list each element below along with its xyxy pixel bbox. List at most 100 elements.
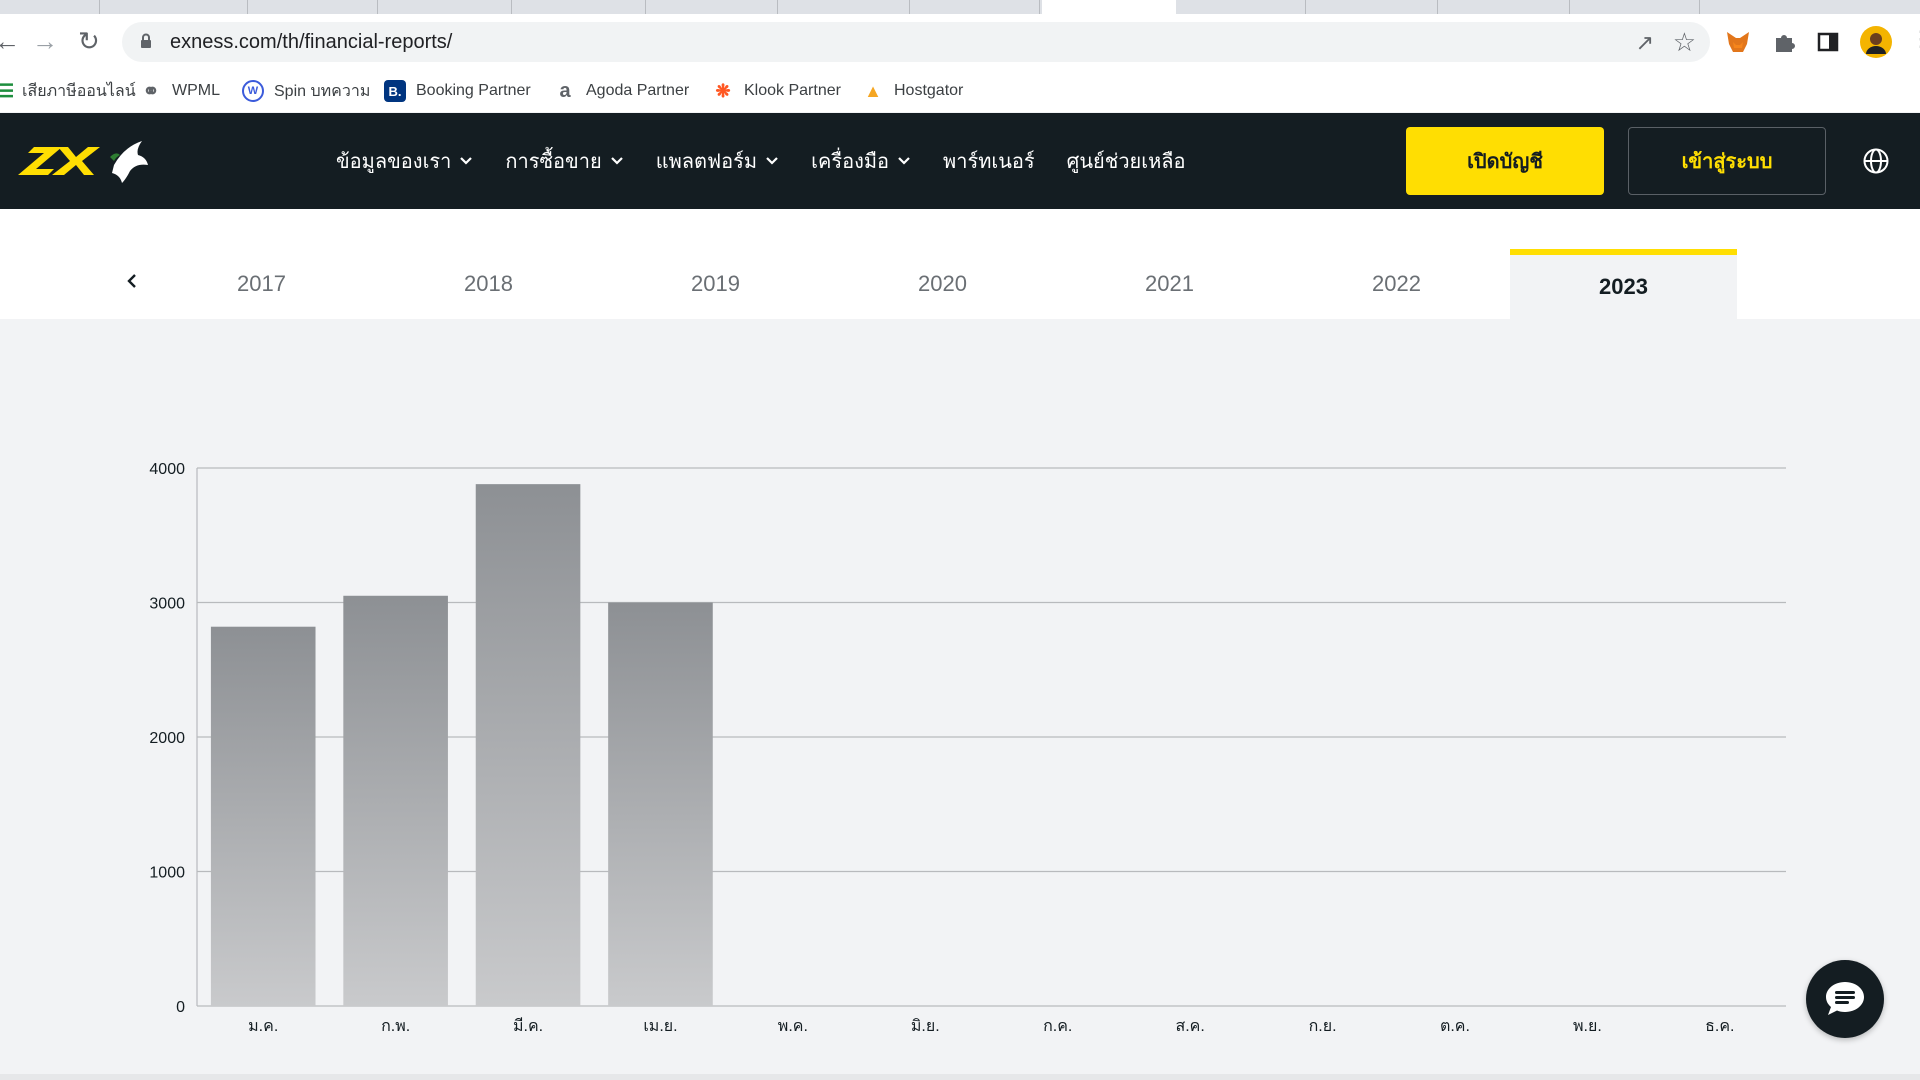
browser-tab[interactable]	[910, 0, 1040, 14]
chevron-down-icon	[610, 157, 623, 165]
nav-partners[interactable]: พาร์ทเนอร์	[943, 145, 1035, 177]
x-tick-label: ก.ค.	[1043, 1018, 1072, 1035]
bar-3[interactable]	[475, 484, 581, 1006]
x-tick-label: มิ.ย.	[911, 1018, 940, 1035]
x-tick-label: ธ.ค.	[1705, 1018, 1734, 1035]
more-menu-icon[interactable]: ⋮	[1910, 28, 1920, 50]
x-tick-label: ส.ค.	[1175, 1018, 1204, 1035]
extensions-icon[interactable]	[1770, 28, 1798, 56]
address-bar[interactable]: exness.com/th/financial-reports/ ↗ ☆	[122, 22, 1710, 62]
bar-chart: 0 1000 2000 3000 4000 ม.ค. ก.พ. มี.ค. เม.ย. พ.ค.…	[149, 461, 1786, 1035]
browser-tab[interactable]	[1570, 0, 1700, 14]
nav-label: พาร์ทเนอร์	[943, 151, 1035, 173]
chart-container: 0 1000 2000 3000 4000 ม.ค. ก.พ. มี.ค. เม.ย. พ.ค.…	[0, 319, 1920, 1080]
bar-4[interactable]	[608, 602, 713, 1007]
nav-trading[interactable]: การซื้อขาย	[505, 145, 623, 177]
lock-icon	[141, 33, 151, 48]
nav-label: การซื้อขาย	[505, 151, 602, 173]
bar-1[interactable]	[210, 626, 316, 1006]
browser-tab[interactable]	[248, 0, 378, 14]
bookmark-item[interactable]: ⚭ WPML	[140, 78, 220, 104]
booking-icon: B.	[384, 80, 406, 102]
browser-tab[interactable]	[646, 0, 778, 14]
forward-icon[interactable]: →	[32, 28, 58, 54]
year-tab-2021[interactable]: 2021	[1056, 249, 1283, 319]
browser-toolbar: ← → ↻ exness.com/th/financial-reports/ ↗…	[0, 14, 1920, 70]
reload-icon[interactable]: ↻	[78, 28, 100, 54]
nav-about[interactable]: ข้อมูลของเรา	[336, 145, 473, 177]
year-tabs: 2017 2018 2019 2020 2021 2022 2023	[0, 209, 1920, 319]
bookmark-item[interactable]: W Spin บทความ	[242, 78, 370, 104]
url-text[interactable]: exness.com/th/financial-reports/	[170, 31, 452, 54]
chevron-down-icon	[898, 157, 910, 165]
bookmark-label: Hostgator	[894, 82, 964, 99]
bookmark-item[interactable]: B. Booking Partner	[384, 78, 531, 104]
x-tick-label: พ.ค.	[778, 1018, 808, 1035]
login-button[interactable]: เข้าสู่ระบบ	[1628, 127, 1826, 195]
x-tick-label: มี.ค.	[513, 1017, 543, 1035]
bookmarks-bar: ☰ เสียภาษีออนไลน์ ⚭ WPML W Spin บทความ B…	[0, 70, 1920, 112]
browser-tab[interactable]	[100, 0, 248, 14]
profile-avatar[interactable]	[1860, 26, 1892, 58]
bookmark-item[interactable]: ☰ เสียภาษีออนไลน์	[0, 78, 136, 104]
bookmark-star-icon[interactable]: ☆	[1673, 27, 1696, 58]
wpml-icon: ⚭	[142, 80, 160, 103]
year-tab-2023[interactable]: 2023	[1510, 249, 1737, 319]
bookmark-item[interactable]: ▲ Hostgator	[862, 78, 963, 104]
chevron-left-icon[interactable]	[124, 271, 140, 291]
metamask-icon[interactable]	[1724, 28, 1752, 56]
share-icon[interactable]: ↗	[1636, 30, 1654, 56]
browser-tab[interactable]	[0, 0, 100, 14]
browser-tab[interactable]	[1306, 0, 1438, 14]
year-tab-2017[interactable]: 2017	[148, 249, 375, 319]
browser-tab[interactable]	[1438, 0, 1570, 14]
globe-icon[interactable]	[1862, 147, 1890, 175]
page-bottom-divider	[0, 1074, 1920, 1080]
x-tick-label: ก.ย.	[1309, 1018, 1337, 1035]
year-tab-2022[interactable]: 2022	[1283, 249, 1510, 319]
bookmark-label: Klook Partner	[744, 82, 841, 99]
chat-button[interactable]	[1806, 960, 1884, 1038]
bookmark-label: Spin บทความ	[274, 82, 371, 100]
nav-tools[interactable]: เครื่องมือ	[811, 145, 911, 177]
bookmark-item[interactable]: a Agoda Partner	[554, 78, 689, 104]
bookmark-label: เสียภาษีออนไลน์	[22, 82, 136, 100]
y-axis-ticks: 0 1000 2000 3000 4000	[149, 461, 185, 1016]
chevron-down-icon	[460, 157, 473, 165]
nav-help-center[interactable]: ศูนย์ช่วยเหลือ	[1067, 145, 1186, 177]
browser-tab[interactable]	[512, 0, 646, 14]
x-axis-ticks: ม.ค. ก.พ. มี.ค. เม.ย. พ.ค. มิ.ย. ก.ค. ส.ค. ก.ย. ต…	[248, 1017, 1734, 1035]
x-tick-label: ต.ค.	[1440, 1018, 1470, 1035]
bars	[210, 484, 713, 1007]
x-tick-label: ก.พ.	[381, 1018, 410, 1035]
nav-label: แพลตฟอร์ม	[655, 151, 758, 173]
year-tab-2019[interactable]: 2019	[602, 249, 829, 319]
x-tick-label: ม.ค.	[248, 1018, 278, 1035]
side-panel-icon[interactable]	[1814, 28, 1842, 56]
hostgator-icon: ▲	[864, 80, 882, 101]
x-tick-label: พ.ย.	[1573, 1018, 1602, 1035]
browser-tab-active[interactable]	[1042, 0, 1176, 14]
chat-icon	[1826, 982, 1864, 1015]
y-tick-label: 1000	[149, 865, 185, 882]
year-tab-2018[interactable]: 2018	[375, 249, 602, 319]
nav-label: ศูนย์ช่วยเหลือ	[1066, 151, 1186, 173]
y-tick-label: 3000	[149, 596, 185, 613]
browser-tab[interactable]	[778, 0, 910, 14]
browser-tab[interactable]	[1176, 0, 1306, 14]
bookmark-item[interactable]: ❋ Klook Partner	[712, 78, 841, 104]
browser-tab[interactable]	[378, 0, 512, 14]
bookmark-label: Booking Partner	[416, 82, 531, 99]
bookmark-label: WPML	[172, 82, 220, 99]
chevron-down-icon	[766, 157, 778, 165]
main-nav: ข้อมูลของเรา การซื้อขาย แพลตฟอร์ม เครื่อ…	[336, 113, 1218, 209]
x-tick-label: เม.ย.	[643, 1018, 677, 1035]
open-account-button[interactable]: เปิดบัญชี	[1406, 127, 1604, 195]
exness-logo[interactable]	[14, 135, 154, 189]
site-header: ข้อมูลของเรา การซื้อขาย แพลตฟอร์ม เครื่อ…	[0, 113, 1920, 209]
year-tab-2020[interactable]: 2020	[829, 249, 1056, 319]
y-tick-label: 4000	[149, 461, 185, 478]
bar-2[interactable]	[343, 595, 448, 1006]
nav-platforms[interactable]: แพลตฟอร์ม	[656, 145, 779, 177]
back-icon[interactable]: ←	[0, 28, 20, 54]
